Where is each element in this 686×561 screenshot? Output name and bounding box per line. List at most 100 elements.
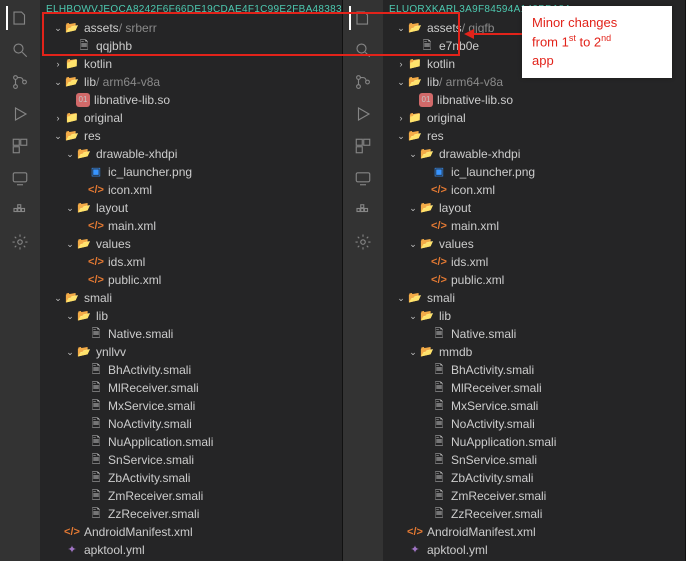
folder-row-lib[interactable]: ⌄📂lib / arm64-v8a [40,73,342,91]
file-row-mainxml[interactable]: ·</>main.xml [40,217,342,235]
file-row-iclauncherpng[interactable]: ·▣ic_launcher.png [40,163,342,181]
folder-open-icon: 📂 [64,20,80,36]
folder-row-smali[interactable]: ⌄📂smali [383,289,685,307]
file-row-mlreceiversmali[interactable]: ·🗎MlReceiver.smali [40,379,342,397]
folder-row-values[interactable]: ⌄📂values [383,235,685,253]
item-label: apktool.yml [427,541,488,559]
file-row-zzreceiversmali[interactable]: ·🗎ZzReceiver.smali [383,505,685,523]
root-label-left[interactable]: ELHBQWVJEQCA8242F6F66DE19CDAE4F1C99E2FBA… [40,2,342,17]
file-row-qqjbhb[interactable]: ·🗎qqjbhb [40,37,342,55]
file-row-mlreceiversmali[interactable]: ·🗎MlReceiver.smali [383,379,685,397]
search-icon[interactable] [8,38,32,62]
chevron-down-icon: ⌄ [407,145,419,163]
settings-icon[interactable] [8,230,32,254]
docker-icon[interactable] [8,198,32,222]
file-row-apktoolyml[interactable]: ·✦apktool.yml [383,541,685,559]
folder-row-drawablexhdpi[interactable]: ⌄📂drawable-xhdpi [383,145,685,163]
folder-row-lib[interactable]: ⌄📂lib [383,307,685,325]
file-row-bhactivitysmali[interactable]: ·🗎BhActivity.smali [40,361,342,379]
file-row-iconxml[interactable]: ·</>icon.xml [383,181,685,199]
item-label: ic_launcher.png [108,163,192,181]
file-row-snservicesmali[interactable]: ·🗎SnService.smali [40,451,342,469]
item-label: ynllvv [96,343,126,361]
app-root: ELHBQWVJEQCA8242F6F66DE19CDAE4F1C99E2FBA… [0,0,686,561]
file-row-bhactivitysmali[interactable]: ·🗎BhActivity.smali [383,361,685,379]
extensions-icon[interactable] [8,134,32,158]
remote-icon[interactable] [8,166,32,190]
docker-icon[interactable] [351,198,375,222]
folder-row-kotlin[interactable]: ›📁kotlin [40,55,342,73]
file-row-mxservicesmali[interactable]: ·🗎MxService.smali [40,397,342,415]
files-icon[interactable] [349,6,373,30]
chevron-right-icon: › [52,109,64,127]
file-row-nuapplicationsmali[interactable]: ·🗎NuApplication.smali [40,433,342,451]
file-generic: 🗎 [88,488,104,504]
files-icon[interactable] [6,6,30,30]
file-row-apktoolyml[interactable]: ·✦apktool.yml [40,541,342,559]
run-icon[interactable] [8,102,32,126]
folder-red: 📂 [419,200,435,216]
file-row-idsxml[interactable]: ·</>ids.xml [383,253,685,271]
file-row-nativesmali[interactable]: ·🗎Native.smali [383,325,685,343]
file-row-libnativelibso[interactable]: ·01libnative-lib.so [383,91,685,109]
item-label: libnative-lib.so [437,91,513,109]
run-icon[interactable] [351,102,375,126]
file-row-idsxml[interactable]: ·</>ids.xml [40,253,342,271]
item-label: smali [427,289,455,307]
file-row-iclauncherpng[interactable]: ·▣ic_launcher.png [383,163,685,181]
folder-row-mmdb[interactable]: ⌄📂mmdb [383,343,685,361]
settings-icon[interactable] [351,230,375,254]
remote-icon[interactable] [351,166,375,190]
file-row-noactivitysmali[interactable]: ·🗎NoActivity.smali [383,415,685,433]
file-row-publicxml[interactable]: ·</>public.xml [40,271,342,289]
file-row-iconxml[interactable]: ·</>icon.xml [40,181,342,199]
folder-row-assets[interactable]: ⌄📂assets / srberr [40,19,342,37]
file-row-zmreceiversmali[interactable]: ·🗎ZmReceiver.smali [383,487,685,505]
folder-open-icon: 📂 [407,290,423,306]
item-label: original [427,109,466,127]
source-control-icon[interactable] [351,70,375,94]
file-row-snservicesmali[interactable]: ·🗎SnService.smali [383,451,685,469]
file-row-noactivitysmali[interactable]: ·🗎NoActivity.smali [40,415,342,433]
file-generic: 🗎 [431,416,447,432]
file-row-mainxml[interactable]: ·</>main.xml [383,217,685,235]
file-row-zzreceiversmali[interactable]: ·🗎ZzReceiver.smali [40,505,342,523]
file-generic: 🗎 [88,470,104,486]
folder-row-layout[interactable]: ⌄📂layout [383,199,685,217]
file-row-zbactivitysmali[interactable]: ·🗎ZbActivity.smali [40,469,342,487]
file-xml: </> [431,218,447,234]
file-row-libnativelibso[interactable]: ·01libnative-lib.so [40,91,342,109]
search-icon[interactable] [351,38,375,62]
file-row-zbactivitysmali[interactable]: ·🗎ZbActivity.smali [383,469,685,487]
item-label: assets [427,19,462,37]
file-row-mxservicesmali[interactable]: ·🗎MxService.smali [383,397,685,415]
file-generic: 🗎 [431,380,447,396]
folder-row-layout[interactable]: ⌄📂layout [40,199,342,217]
file-row-zmreceiversmali[interactable]: ·🗎ZmReceiver.smali [40,487,342,505]
folder-closed-icon: 📁 [64,110,80,126]
folder-row-original[interactable]: ›📁original [383,109,685,127]
source-control-icon[interactable] [8,70,32,94]
chevron-down-icon: ⌄ [407,307,419,325]
file-row-nuapplicationsmali[interactable]: ·🗎NuApplication.smali [383,433,685,451]
folder-row-original[interactable]: ›📁original [40,109,342,127]
file-row-publicxml[interactable]: ·</>public.xml [383,271,685,289]
folder-row-res[interactable]: ⌄📂res [383,127,685,145]
extensions-icon[interactable] [351,134,375,158]
folder-open-icon: 📂 [407,20,423,36]
item-label: icon.xml [108,181,152,199]
file-xml: </> [88,182,104,198]
folder-row-res[interactable]: ⌄📂res [40,127,342,145]
item-label: AndroidManifest.xml [84,523,193,541]
folder-row-drawablexhdpi[interactable]: ⌄📂drawable-xhdpi [40,145,342,163]
folder-row-lib[interactable]: ⌄📂lib [40,307,342,325]
file-generic: 🗎 [431,488,447,504]
folder-row-values[interactable]: ⌄📂values [40,235,342,253]
folder-row-smali[interactable]: ⌄📂smali [40,289,342,307]
file-row-androidmanifestxml[interactable]: ·</>AndroidManifest.xml [383,523,685,541]
folder-row-ynllvv[interactable]: ⌄📂ynllvv [40,343,342,361]
file-generic: 🗎 [431,434,447,450]
file-row-androidmanifestxml[interactable]: ·</>AndroidManifest.xml [40,523,342,541]
file-row-nativesmali[interactable]: ·🗎Native.smali [40,325,342,343]
chevron-down-icon: ⌄ [64,235,76,253]
